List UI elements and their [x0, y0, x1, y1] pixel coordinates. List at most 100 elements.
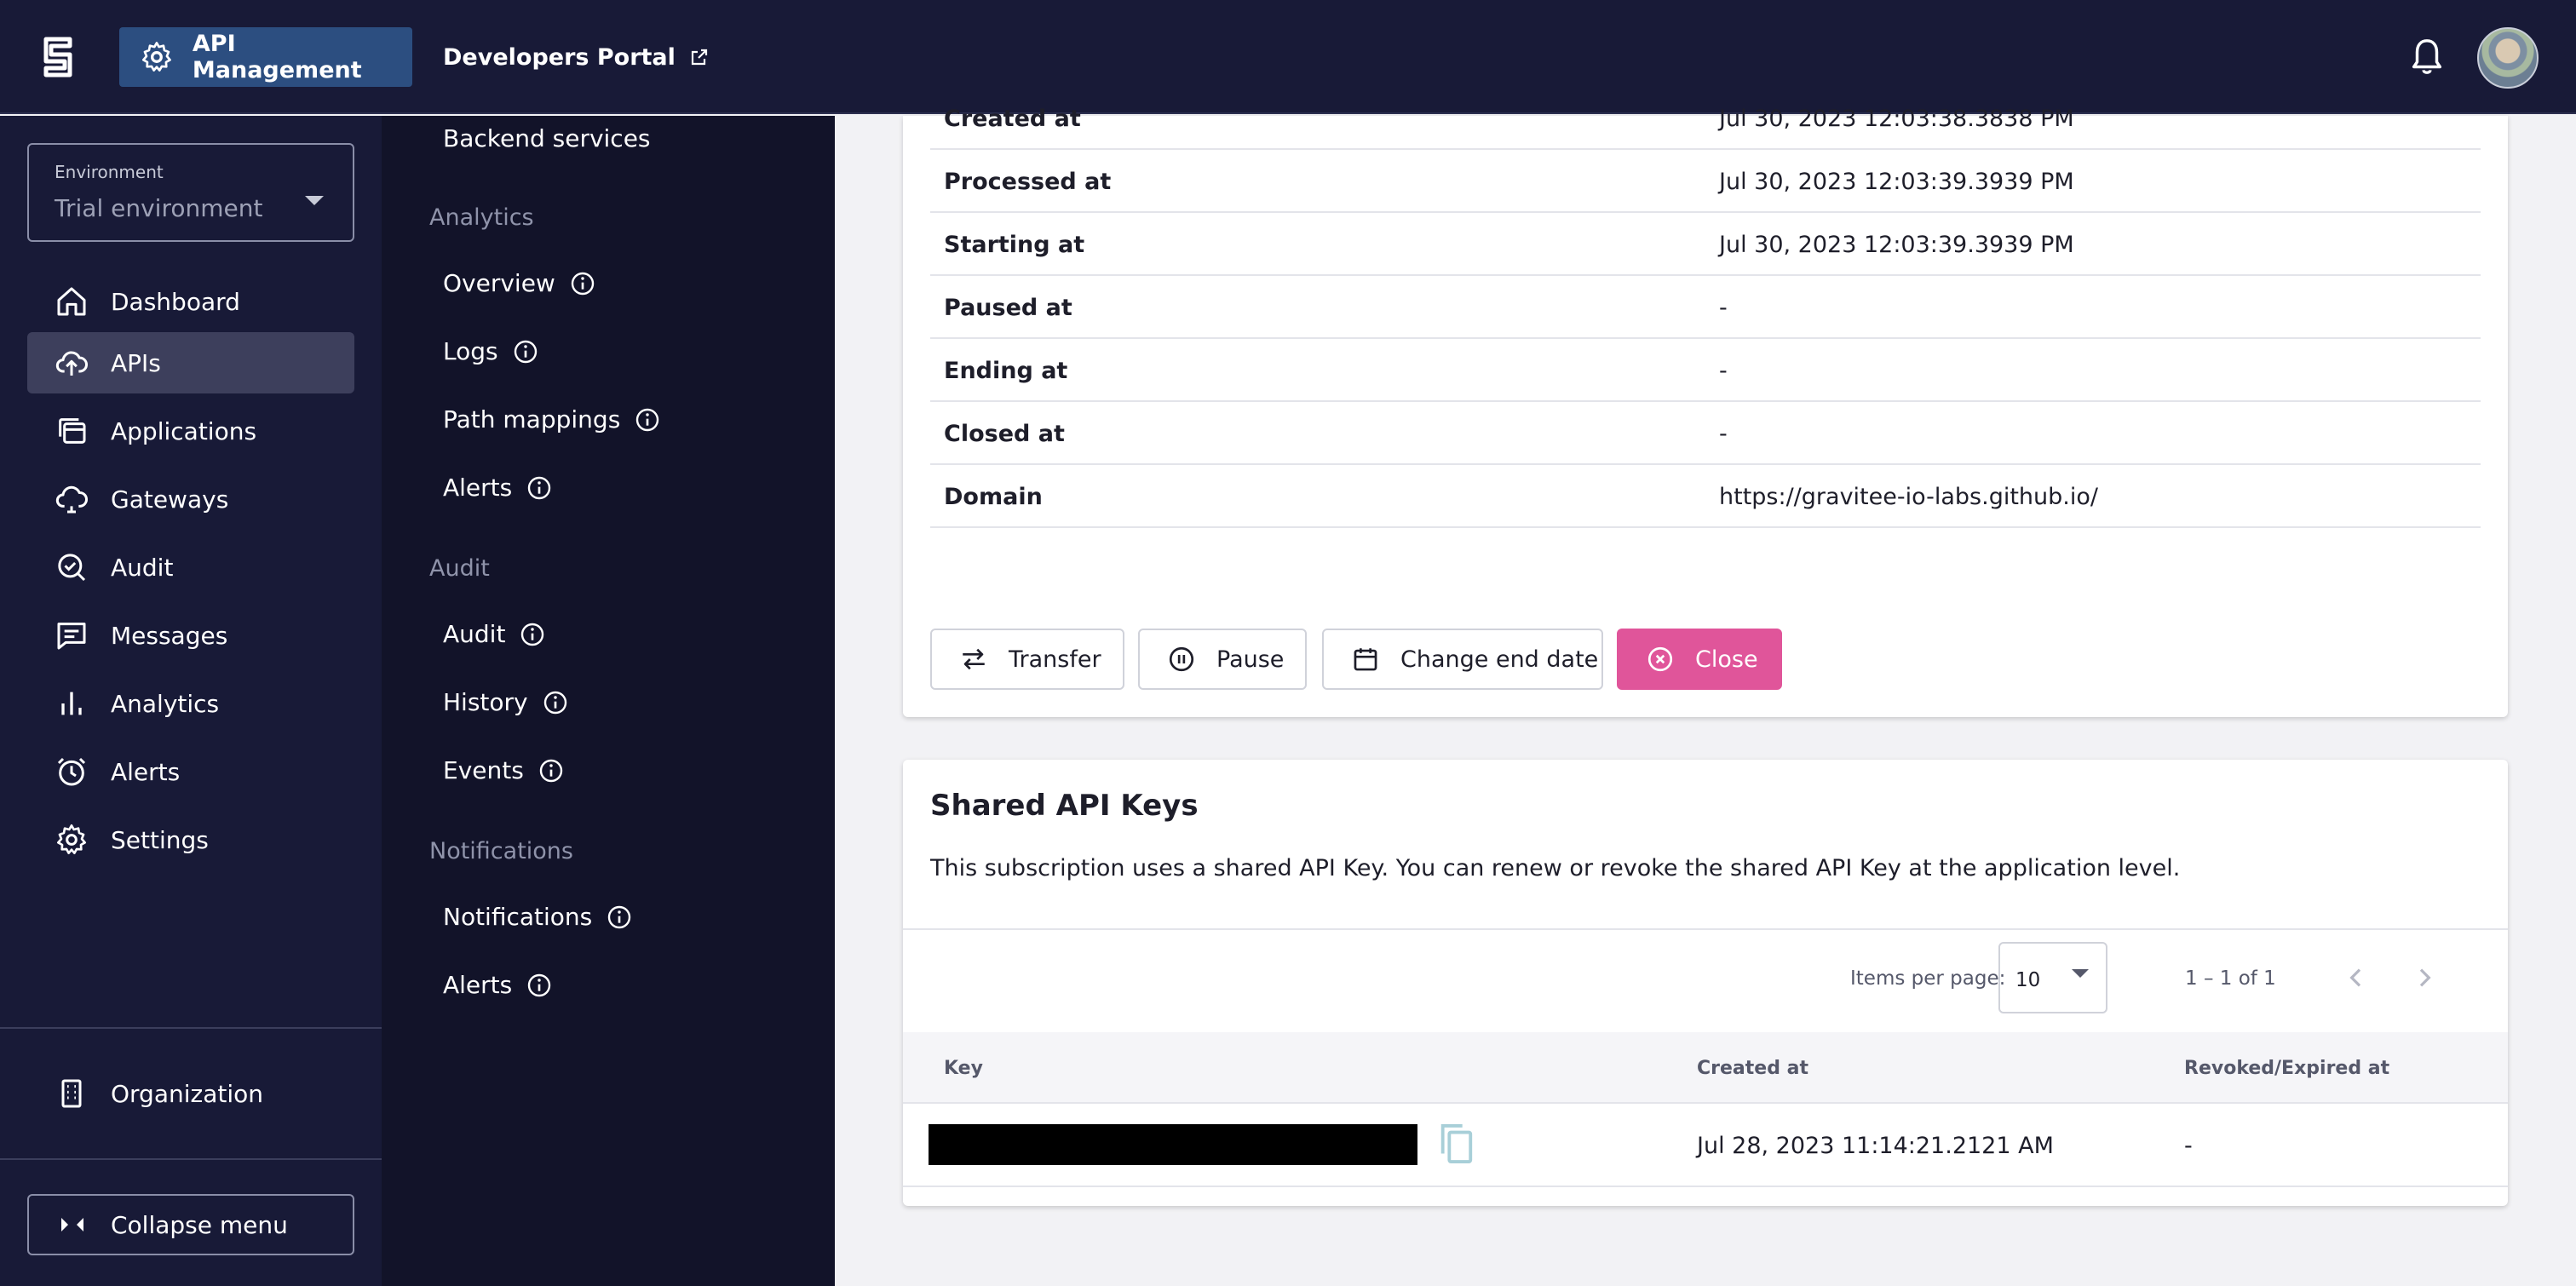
- sidebar-item-dashboard[interactable]: Dashboard: [27, 271, 354, 332]
- subnav-item-label: Overview: [443, 269, 555, 297]
- sidebar-item-apis[interactable]: APIs: [27, 332, 354, 393]
- bar-chart-icon: [61, 692, 82, 715]
- pause-label: Pause: [1216, 646, 1285, 673]
- user-avatar[interactable]: [2477, 27, 2539, 89]
- subnav-item-label: Audit: [443, 620, 506, 648]
- info-icon: [514, 340, 537, 363]
- subnav-section-title: Audit: [429, 555, 490, 582]
- pause-button[interactable]: Pause: [1138, 629, 1307, 690]
- copy-icon[interactable]: [1436, 1121, 1475, 1167]
- subnav-item-logs[interactable]: Logs: [443, 337, 539, 365]
- calendar-icon: [1354, 648, 1377, 671]
- environment-label: Environment: [55, 162, 164, 182]
- info-icon: [539, 759, 563, 782]
- subnav-item-overview[interactable]: Overview: [443, 269, 596, 297]
- detail-row: Domain https://gravitee-io-labs.github.i…: [930, 465, 2481, 528]
- sidebar-item-label: Analytics: [111, 689, 220, 718]
- alarm-icon: [57, 757, 86, 786]
- applications-icon: [59, 418, 86, 444]
- developers-portal-link[interactable]: Developers Portal: [443, 27, 710, 87]
- sidebar-item-label: Dashboard: [111, 287, 240, 316]
- column-header-revoked-at: Revoked/Expired at: [2184, 1057, 2390, 1079]
- redacted-api-key: [929, 1124, 1417, 1165]
- sidebar-item-label: Audit: [111, 553, 174, 582]
- sidebar-item-organization[interactable]: Organization: [27, 1063, 354, 1124]
- developers-portal-label: Developers Portal: [443, 43, 676, 71]
- main-sidebar: Environment Trial environment Dashboard …: [0, 116, 382, 1286]
- close-subscription-button[interactable]: Close: [1617, 629, 1782, 690]
- transfer-arrows-icon: [963, 648, 985, 670]
- detail-value: -: [1719, 357, 1728, 384]
- sidebar-item-label: Gateways: [111, 485, 229, 514]
- close-label: Close: [1695, 646, 1758, 673]
- chevron-down-icon: [2072, 969, 2089, 978]
- subnav-item-backend-services[interactable]: Backend services: [443, 124, 651, 152]
- detail-label: Processed at: [944, 168, 1112, 195]
- items-per-page-select[interactable]: 10: [1998, 942, 2107, 1013]
- sidebar-item-applications[interactable]: Applications: [27, 400, 354, 462]
- subnav-item-notifications[interactable]: Notifications: [443, 903, 633, 931]
- subnav-item-history[interactable]: History: [443, 688, 569, 716]
- main-content: Created at Jul 30, 2023 12:03:38.3838 PM…: [835, 106, 2576, 1286]
- subnav-item-events[interactable]: Events: [443, 756, 565, 784]
- detail-row: Processed at Jul 30, 2023 12:03:39.3939 …: [930, 150, 2481, 213]
- items-per-page-value: 10: [2015, 969, 2041, 991]
- sidebar-item-gateways[interactable]: Gateways: [27, 468, 354, 530]
- info-icon: [608, 905, 631, 928]
- subnav-item-label: Events: [443, 756, 524, 784]
- detail-row: Closed at -: [930, 402, 2481, 465]
- detail-value: Jul 30, 2023 12:03:38.3838 PM: [1719, 105, 2074, 132]
- chevron-down-icon: [305, 196, 324, 205]
- subscription-details-card: Created at Jul 30, 2023 12:03:38.3838 PM…: [903, 106, 2508, 717]
- sidebar-item-messages[interactable]: Messages: [27, 605, 354, 666]
- chevron-left-icon[interactable]: [2343, 964, 2370, 991]
- chevron-right-icon[interactable]: [2411, 964, 2438, 991]
- audit-search-icon: [58, 554, 86, 582]
- sidebar-item-settings[interactable]: Settings: [27, 809, 354, 870]
- table-row: Jul 28, 2023 11:14:21.2121 AM -: [903, 1104, 2508, 1187]
- detail-value: -: [1719, 420, 1728, 447]
- api-management-button[interactable]: API Management: [119, 27, 412, 87]
- detail-value: Jul 30, 2023 12:03:39.3939 PM: [1719, 168, 2074, 195]
- sidebar-item-alerts[interactable]: Alerts: [27, 741, 354, 802]
- info-icon: [521, 623, 544, 646]
- subnav-item-analytics-alerts[interactable]: Alerts: [443, 474, 553, 502]
- detail-value: https://gravitee-io-labs.github.io/: [1719, 483, 2098, 510]
- info-icon: [528, 973, 551, 996]
- sidebar-item-analytics[interactable]: Analytics: [27, 673, 354, 734]
- sidebar-item-label: APIs: [111, 348, 161, 377]
- change-end-date-button[interactable]: Change end date: [1322, 629, 1603, 690]
- subnav-item-audit[interactable]: Audit: [443, 620, 546, 648]
- sidebar-item-label: Alerts: [111, 757, 181, 786]
- change-end-date-label: Change end date: [1400, 646, 1599, 673]
- shared-api-keys-description: This subscription uses a shared API Key.…: [930, 855, 2181, 881]
- gravitee-logo-icon[interactable]: [39, 36, 77, 78]
- sidebar-item-label: Applications: [111, 416, 257, 445]
- revoked-at-cell: -: [2184, 1132, 2193, 1159]
- cloud-upload-icon: [55, 351, 88, 376]
- bell-icon[interactable]: [2407, 36, 2447, 78]
- transfer-button[interactable]: Transfer: [930, 629, 1124, 690]
- subnav-item-label: Alerts: [443, 971, 513, 999]
- info-icon: [543, 691, 566, 714]
- gear-icon: [57, 824, 86, 854]
- collapse-arrows-icon: [61, 1218, 83, 1231]
- column-header-created-at: Created at: [1697, 1057, 1808, 1079]
- subnav-item-label: Backend services: [443, 124, 651, 152]
- subnav-item-notification-alerts[interactable]: Alerts: [443, 971, 553, 999]
- subnav-item-label: Alerts: [443, 474, 513, 502]
- transfer-label: Transfer: [1009, 646, 1101, 673]
- sidebar-item-audit[interactable]: Audit: [27, 537, 354, 598]
- column-header-key: Key: [944, 1057, 983, 1079]
- info-icon: [571, 272, 595, 295]
- table-header: Key Created at Revoked/Expired at: [903, 1032, 2508, 1104]
- detail-row: Created at Jul 30, 2023 12:03:38.3838 PM: [930, 87, 2481, 150]
- detail-row: Starting at Jul 30, 2023 12:03:39.3939 P…: [930, 213, 2481, 276]
- environment-select[interactable]: Environment Trial environment: [27, 143, 354, 242]
- collapse-menu-button[interactable]: Collapse menu: [27, 1194, 354, 1255]
- external-link-icon: [691, 49, 708, 66]
- pause-icon: [1169, 646, 1194, 672]
- subnav-item-path-mappings[interactable]: Path mappings: [443, 405, 661, 433]
- api-management-label: API Management: [192, 31, 362, 83]
- sidebar-item-label: Settings: [111, 825, 209, 854]
